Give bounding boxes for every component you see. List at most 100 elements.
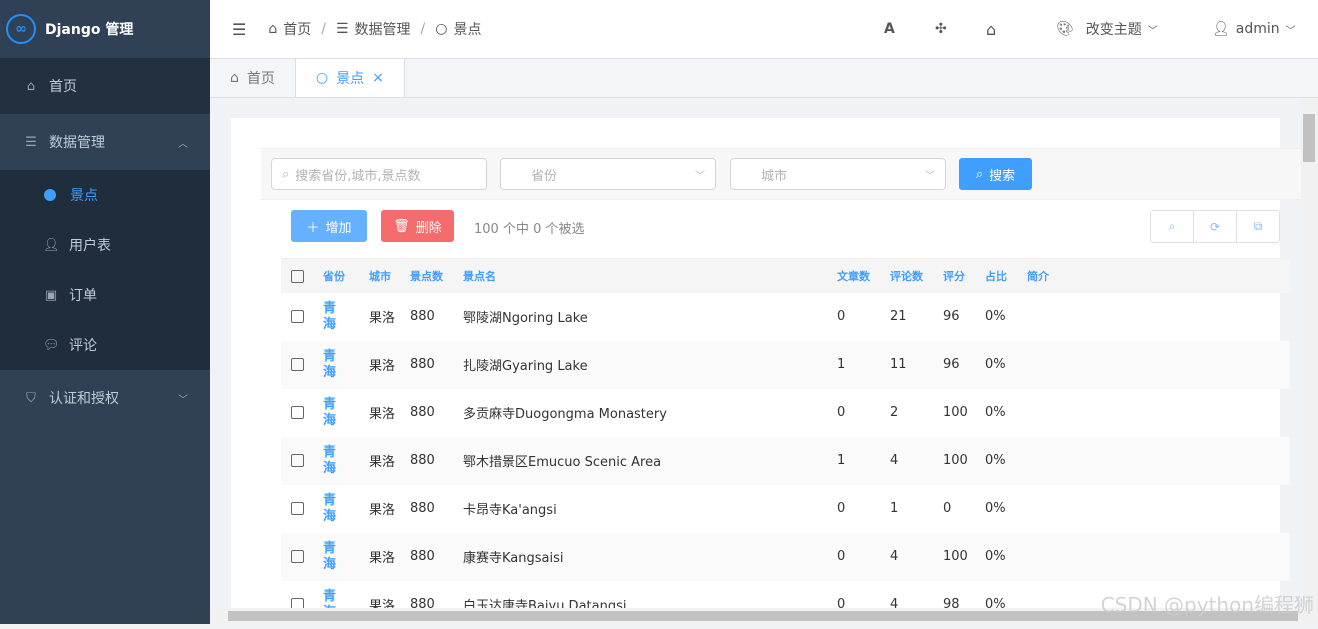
delete-label: 删除 (415, 220, 442, 236)
sidebar-item-label: 订单 (69, 288, 97, 304)
column-header[interactable]: 景点数 (410, 258, 463, 293)
selection-count: 100 个中 0 个被选 (474, 222, 585, 237)
sidebar-item-orders[interactable]: ▣ 订单 (0, 270, 210, 320)
breadcrumb: ⌂ 首页 / ☰ 数据管理 / ○ 景点 (268, 19, 482, 39)
table-cell: 880 (410, 405, 435, 420)
search-input[interactable]: ⌕ 搜索省份,城市,景点数 (271, 158, 487, 190)
province-link[interactable]: 青海 (323, 493, 337, 525)
city-select[interactable]: 城市 ﹀ (730, 158, 946, 190)
search-bar: ⌕ 搜索省份,城市,景点数 省份 ﹀ 城市 ﹀ ⌕ 搜索 (261, 148, 1301, 200)
breadcrumb-data[interactable]: 数据管理 (355, 19, 411, 39)
table-cell: 0% (985, 532, 1027, 581)
shield-icon: ⛉ (26, 390, 36, 406)
chevron-down-icon: ﹀ (178, 394, 188, 406)
province-link[interactable]: 青海 (323, 349, 337, 381)
home-icon: ⌂ (230, 70, 239, 86)
province-link[interactable]: 青海 (323, 301, 337, 333)
database-icon: ☰ (25, 134, 37, 150)
table-row: 青海 果洛 880 多贡麻寺Duogongma Monastery 0 2 100 0% (281, 389, 1290, 437)
sidebar-item-users[interactable]: 👤︎ 用户表 (0, 220, 210, 270)
column-header[interactable]: 简介 (1027, 258, 1290, 293)
search-button[interactable]: ⌕ 搜索 (959, 158, 1032, 190)
breadcrumb-home[interactable]: 首页 (283, 19, 311, 39)
table-cell: 1 (837, 436, 890, 485)
column-header[interactable]: 文章数 (837, 258, 890, 293)
table-cell: 0% (985, 405, 1006, 420)
fullscreen-icon[interactable]: ✣ (935, 21, 947, 37)
menu-toggle-icon[interactable]: ☰ (232, 20, 246, 39)
row-checkbox[interactable] (291, 358, 304, 371)
user-icon: 👤︎ (1212, 21, 1230, 37)
sidebar-item-label: 认证和授权 (49, 391, 119, 407)
table-cell: 0% (985, 501, 1006, 516)
column-header[interactable]: 评论数 (890, 258, 943, 293)
add-button[interactable]: ＋ 增加 (291, 210, 367, 242)
table-cell: 0 (943, 501, 952, 516)
row-checkbox[interactable] (291, 550, 304, 563)
export-icon[interactable]: ⧉ (1237, 211, 1279, 242)
table-cell: 果洛 (369, 407, 396, 422)
table-cell: 4 (890, 532, 943, 581)
theme-dropdown[interactable]: 🎨︎ 改变主题 ﹀ (1056, 19, 1158, 39)
province-link[interactable]: 青海 (323, 445, 337, 477)
sidebar-item-home[interactable]: ⌂ 首页 (0, 58, 210, 114)
province-select[interactable]: 省份 ﹀ (500, 158, 716, 190)
sidebar-item-label: 首页 (49, 79, 77, 95)
close-icon[interactable]: × (372, 70, 384, 86)
column-header[interactable]: 占比 (985, 258, 1027, 293)
table-cell: 880 (410, 340, 463, 389)
table-cell: 0% (985, 436, 1027, 485)
sidebar-item-auth[interactable]: ⛉ 认证和授权 ﹀ (0, 370, 210, 426)
palette-icon: 🎨︎ (1056, 21, 1074, 37)
user-dropdown[interactable]: 👤︎ admin ﹀ (1212, 21, 1296, 37)
province-link[interactable]: 青海 (323, 397, 337, 429)
theme-label: 改变主题 (1085, 22, 1142, 38)
table-cell: 96 (943, 340, 985, 389)
delete-button[interactable]: 🗑︎ 删除 (381, 210, 454, 242)
logo[interactable]: ∞ Django 管理 (0, 0, 210, 58)
tab-label: 首页 (246, 71, 275, 87)
tab-scenic[interactable]: ○ 景点 × (295, 59, 405, 97)
column-header[interactable]: 省份 (323, 258, 369, 293)
search-icon: ⌕ (282, 166, 290, 182)
font-size-icon[interactable]: A (884, 21, 895, 37)
search-toggle-icon[interactable]: ⌕ (1151, 211, 1194, 242)
table-cell: 康赛寺Kangsaisi (463, 532, 837, 581)
row-checkbox[interactable] (291, 454, 304, 467)
table-cell: 880 (410, 436, 463, 485)
chevron-down-icon: ﹀ (925, 170, 935, 182)
plus-icon: ＋ (306, 220, 320, 236)
select-all-checkbox[interactable] (291, 269, 304, 283)
row-checkbox[interactable] (291, 406, 304, 419)
database-icon: ☰ (335, 21, 349, 37)
row-checkbox[interactable] (291, 502, 304, 515)
chevron-down-icon: ﹀ (1285, 25, 1296, 37)
table-row: 青海 果洛 880 扎陵湖Gyaring Lake 1 11 96 0% (281, 340, 1290, 389)
tab-home[interactable]: ⌂ 首页 (210, 59, 296, 97)
breadcrumb-current: 景点 (453, 22, 482, 38)
column-header[interactable]: 评分 (943, 258, 985, 293)
sidebar-item-data-management[interactable]: ☰ 数据管理 ︿ (0, 114, 210, 170)
sidebar-item-comments[interactable]: 💬︎ 评论 (0, 320, 210, 370)
home-icon[interactable]: ⌂ (986, 20, 996, 39)
table-row: 青海 果洛 880 鄂木措景区Emucuo Scenic Area 1 4 100 0% (281, 436, 1290, 485)
sidebar-item-scenic[interactable]: 景点 (0, 170, 210, 220)
province-link[interactable]: 青海 (323, 541, 337, 573)
column-header[interactable]: 景点名 (463, 258, 837, 293)
table-cell (1027, 293, 1290, 341)
add-label: 增加 (325, 220, 352, 236)
table-cell: 0 (837, 501, 846, 516)
trash-icon: 🗑︎ (393, 218, 410, 234)
sidebar-item-label: 评论 (69, 338, 97, 354)
row-checkbox[interactable] (291, 310, 304, 323)
table-cell: 100 (943, 532, 985, 581)
table-cell: 果洛 (369, 340, 410, 389)
table-cell: 果洛 (369, 503, 396, 518)
chevron-down-icon: ﹀ (1147, 25, 1158, 37)
table-cell: 0 (837, 309, 846, 324)
circle-icon: ○ (315, 70, 329, 86)
column-header[interactable]: 城市 (369, 258, 410, 293)
logo-icon: ∞ (6, 14, 36, 44)
vertical-scrollbar[interactable] (1301, 98, 1318, 608)
refresh-icon[interactable]: ⟳ (1194, 211, 1237, 242)
